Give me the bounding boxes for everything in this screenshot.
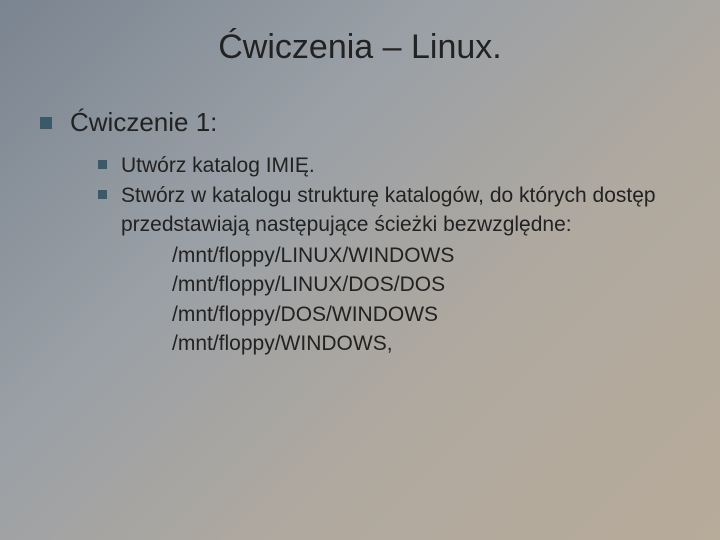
- path-list: /mnt/floppy/LINUX/WINDOWS /mnt/floppy/LI…: [172, 241, 680, 359]
- exercise-heading: Ćwiczenie 1:: [70, 107, 217, 138]
- square-bullet-icon: [40, 117, 52, 129]
- list-item: Utwórz katalog IMIĘ.: [98, 152, 680, 180]
- list-item: Stwórz w katalogu strukturę katalogów, d…: [98, 182, 680, 239]
- list-item: Ćwiczenie 1:: [40, 107, 680, 138]
- instruction-text: Utwórz katalog IMIĘ.: [121, 152, 315, 180]
- slide-content: Ćwiczenie 1: Utwórz katalog IMIĘ. Stwórz…: [0, 77, 720, 359]
- sub-list: Utwórz katalog IMIĘ. Stwórz w katalogu s…: [98, 152, 680, 239]
- path-text: /mnt/floppy/WINDOWS,: [172, 329, 680, 358]
- path-text: /mnt/floppy/LINUX/WINDOWS: [172, 241, 680, 270]
- path-text: /mnt/floppy/LINUX/DOS/DOS: [172, 270, 680, 299]
- instruction-text: Stwórz w katalogu strukturę katalogów, d…: [121, 182, 680, 239]
- path-text: /mnt/floppy/DOS/WINDOWS: [172, 300, 680, 329]
- slide-title: Ćwiczenia – Linux.: [0, 0, 720, 77]
- square-bullet-icon: [98, 160, 107, 169]
- square-bullet-icon: [98, 190, 107, 199]
- slide: Ćwiczenia – Linux. Ćwiczenie 1: Utwórz k…: [0, 0, 720, 540]
